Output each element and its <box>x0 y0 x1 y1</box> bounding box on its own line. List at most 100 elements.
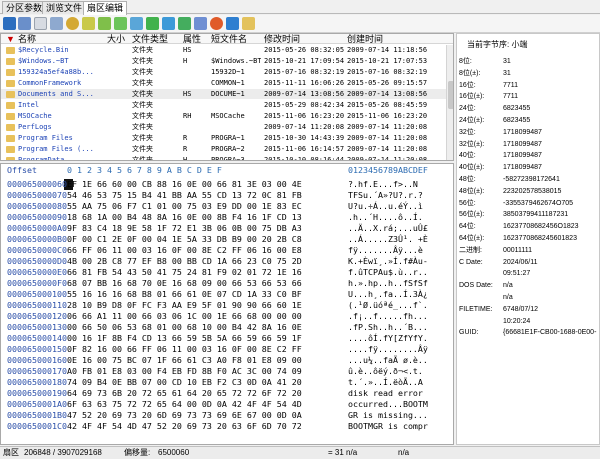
interpreter-value: 31 <box>503 69 511 77</box>
interpreter-label: 16位(±): <box>459 93 485 101</box>
bookmark-icon[interactable] <box>194 17 207 30</box>
file-name: $Windows.~BT <box>18 57 69 65</box>
info-icon[interactable] <box>226 17 239 30</box>
modified-time: 2009-07-14 11:20:08 <box>264 123 344 131</box>
header-attr[interactable]: 属性 <box>183 34 207 44</box>
hex-editor[interactable]: Offset 0 1 2 3 4 5 6 7 8 9 A B C D E F 0… <box>0 163 454 445</box>
save-icon[interactable] <box>3 17 16 30</box>
file-type: 文件夹 <box>132 68 153 76</box>
interpreter-label: 64位: <box>459 223 476 231</box>
file-list-scrollbar[interactable] <box>446 45 453 160</box>
tab-browse-files[interactable]: 浏览文件 <box>42 1 87 14</box>
header-short-name[interactable]: 短文件名 <box>211 34 261 44</box>
modified-time: 2015-11-06 16:14:57 <box>264 145 344 153</box>
created-time: 2009-07-14 13:08:56 <box>347 90 428 98</box>
header-type[interactable]: 文件类型 <box>132 34 172 44</box>
file-type: 文件夹 <box>132 123 153 131</box>
hex-bytes: 42 4F 4F 54 4D 47 52 20 69 73 20 63 6F 6… <box>67 421 302 431</box>
offset-value: 6500060 <box>158 448 190 457</box>
copy-icon[interactable] <box>34 17 47 30</box>
folder-icon <box>6 58 15 65</box>
modified-time: 2015-05-29 08:42:34 <box>264 101 344 109</box>
find-icon[interactable] <box>66 17 79 30</box>
short-name: DOCUME~1 <box>211 90 245 98</box>
ascii-text: BOOTMGR is compr <box>348 421 428 431</box>
interpreter-value: 38503799411187231 <box>503 211 569 219</box>
header-created[interactable]: 创建时间 <box>347 34 407 44</box>
file-list-header: ▼ 名称 大小 文件类型 属性 短文件名 修改时间 创建时间 <box>1 34 453 44</box>
folder-icon <box>6 80 15 87</box>
paste-icon[interactable] <box>98 17 111 30</box>
file-name: ProgramData <box>18 156 65 161</box>
interpreter-value: 6748/07/12 <box>503 305 539 313</box>
interpreter-value: -58272398172641 <box>503 176 560 183</box>
interpreter-value: {66681E1F-CB00-1688-0E00- <box>503 329 597 337</box>
header-modified[interactable]: 修改时间 <box>264 34 324 44</box>
interpreter-value: 1718099487 <box>503 140 542 148</box>
folder-icon <box>6 102 15 109</box>
file-name: 159324a5ef4a88b... <box>18 68 94 76</box>
prev-sector-icon[interactable] <box>146 17 159 30</box>
file-row[interactable]: $Recycle.Bin 文件夹 HS 2015-05-26 08:32:05 2009… <box>1 45 453 55</box>
interpreter-label: 40位: <box>459 152 476 160</box>
file-type: 文件夹 <box>132 134 153 142</box>
file-row[interactable]: CommonFramework 文件夹 COMMON~1 2015-11-11 16:… <box>1 78 453 88</box>
file-type: 文件夹 <box>132 156 153 161</box>
file-row[interactable]: Intel 文件夹 2015-05-29 08:42:34 2015-05-26 08… <box>1 100 453 110</box>
file-attr: H <box>183 57 188 65</box>
file-row[interactable]: 159324a5ef4a88b... 文件夹 15932D~1 2015-07-16 … <box>1 67 453 77</box>
short-name: COMMON~1 <box>211 79 245 87</box>
folder-icon <box>6 146 15 153</box>
file-row[interactable]: Program Files 文件夹 R PROGRA~1 2015-10-30 14:4… <box>1 133 453 143</box>
created-time: 2015-11-06 16:23:20 <box>347 112 428 120</box>
scroll-thumb[interactable] <box>448 81 453 109</box>
interpreter-label: 48位: <box>459 176 476 183</box>
undo-icon[interactable] <box>50 17 63 30</box>
interpreter-value: n/a <box>503 282 513 290</box>
file-name: Program Files <box>18 134 73 142</box>
find-next-icon[interactable] <box>82 17 95 30</box>
last-sector-icon[interactable] <box>178 17 191 30</box>
created-time: 2015-05-26 08:45:59 <box>347 101 428 109</box>
interpreter-value: 2024/06/11 <box>503 258 538 266</box>
folder-icon[interactable] <box>242 17 255 30</box>
short-name: MSOCache <box>211 112 245 120</box>
file-row[interactable]: $Windows.~BT 文件夹 H $Windows.~BT 2015-10-21 1… <box>1 56 453 66</box>
tab-sector-edit[interactable]: 扇区编辑 <box>83 1 128 15</box>
created-time: 2009-07-14 11:20:08 <box>347 123 428 131</box>
tab-bar: 分区参数 浏览文件 扇区编辑 <box>0 0 600 15</box>
file-row[interactable]: Program Files (... 文件夹 R PROGRA~2 2015-11-06… <box>1 144 453 154</box>
created-time: 2015-10-21 17:07:53 <box>347 57 428 65</box>
header-name[interactable]: 名称 <box>18 34 78 44</box>
color-icon[interactable] <box>210 17 223 30</box>
interpreter-label: 56位(±): <box>459 211 485 219</box>
save-as-icon[interactable] <box>18 17 31 30</box>
modified-time: 2015-10-21 17:09:54 <box>264 57 344 65</box>
short-name: 15932D~1 <box>211 68 245 76</box>
interpreter-value: 7711 <box>503 93 519 101</box>
file-row[interactable]: MSOCache 文件夹 RH MSOCache 2015-11-06 16:23:20… <box>1 111 453 121</box>
modified-time: 2015-11-11 16:06:26 <box>264 79 344 87</box>
file-row[interactable]: Documents and S... 文件夹 HS DOCUME~1 2009-07-1… <box>1 89 453 99</box>
file-row[interactable]: ProgramData 文件夹 H PROGRA~3 2015-10-10 08:16:… <box>1 155 453 161</box>
created-time: 2009-07-14 11:20:08 <box>347 145 428 153</box>
folder-icon <box>6 91 15 98</box>
folder-icon <box>6 47 15 54</box>
header-size[interactable]: 大小 <box>107 34 131 44</box>
interpreter-label: FILETIME: <box>459 305 493 313</box>
interpreter-label: 40位(±): <box>459 164 485 172</box>
next-sector-icon[interactable] <box>162 17 175 30</box>
interpreter-label: 8位(±): <box>459 69 481 77</box>
tab-partition-params[interactable]: 分区参数 <box>2 1 47 14</box>
file-type: 文件夹 <box>132 112 153 120</box>
toolbar <box>0 15 600 33</box>
offset-label: 偏移量: <box>124 448 151 457</box>
jump-icon[interactable] <box>114 17 127 30</box>
interpreter-value: 10:20:24 <box>503 317 531 325</box>
first-sector-icon[interactable] <box>130 17 143 30</box>
file-row[interactable]: PerfLogs 文件夹 2009-07-14 11:20:08 2009-07-14… <box>1 122 453 132</box>
file-list[interactable]: ▼ 名称 大小 文件类型 属性 短文件名 修改时间 创建时间 $Recycle.… <box>0 33 454 161</box>
interpreter-label: 64位(±): <box>459 235 485 242</box>
file-attr: HS <box>183 46 192 54</box>
offset-header: Offset <box>7 165 37 175</box>
